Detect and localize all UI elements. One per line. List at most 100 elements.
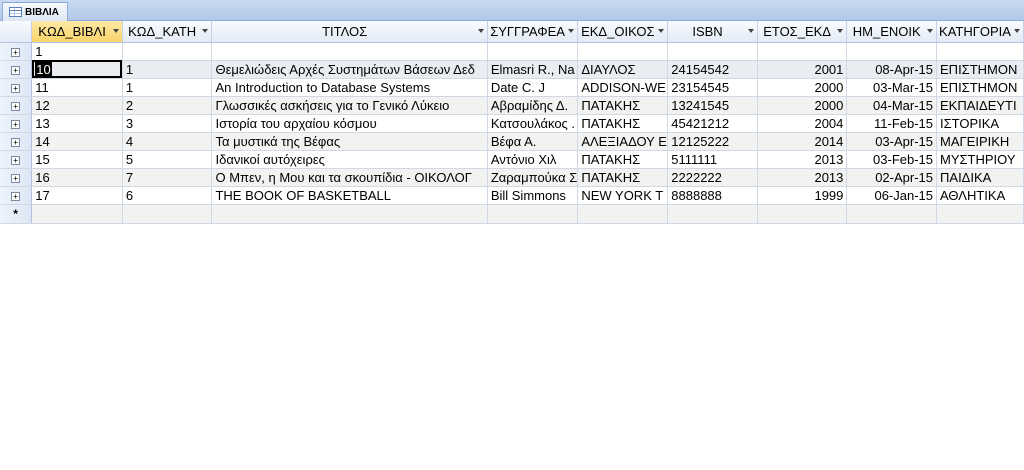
table-row[interactable]: +14 4 Τα μυστικά της Βέφας Βέφα Α. ΑΛΕΞΙΑΔΟΥ… xyxy=(0,132,1024,151)
column-dropdown-icon[interactable] xyxy=(747,29,754,33)
table-cell-cat-id[interactable]: 3 xyxy=(122,114,213,133)
table-cell-category[interactable]: ΑΘΛΗΤΙΚΑ xyxy=(936,186,1024,205)
expand-subdatasheet-icon[interactable]: + xyxy=(11,173,21,183)
column-dropdown-icon[interactable] xyxy=(477,29,484,33)
table-row[interactable]: +13 3 Ιστορία του αρχαίου κόσμου Κατσουλάκο… xyxy=(0,114,1024,133)
table-cell-isbn[interactable]: 2222222 xyxy=(667,168,758,187)
table-cell-date[interactable]: 08-Apr-15 xyxy=(846,60,938,79)
column-dropdown-icon[interactable] xyxy=(112,29,119,33)
table-cell-author[interactable]: Ζαραμπούκα Σ xyxy=(487,168,579,187)
new-record-cell[interactable] xyxy=(936,204,1024,224)
column-header-kod-vivliou[interactable]: ΚΩΔ_ΒΙΒΛΙ xyxy=(31,21,123,43)
column-header-ekd-oikos[interactable]: ΕΚΔ_ΟΙΚΟΣ xyxy=(577,21,669,43)
table-cell-category[interactable]: ΜΥΣΤΗΡΙΟΥ xyxy=(936,150,1024,169)
table-cell-publisher[interactable]: ΠΑΤΑΚΗΣ xyxy=(577,96,669,115)
table-cell-publisher[interactable]: ΔΙΑΥΛΟΣ xyxy=(577,60,669,79)
new-record-cell[interactable] xyxy=(757,204,848,224)
table-cell-author[interactable]: Αντόνιο Χιλ xyxy=(487,150,579,169)
table-cell-author[interactable] xyxy=(487,42,579,61)
table-cell-category[interactable]: ΕΠΙΣΤΗΜΟΝ xyxy=(936,78,1024,97)
record-selector[interactable]: + xyxy=(0,132,33,151)
table-cell-cat-id[interactable] xyxy=(122,42,213,61)
table-cell-date[interactable]: 03-Feb-15 xyxy=(846,150,938,169)
table-row[interactable]: +15 5 Ιδανικοί αυτόχειρες Αντόνιο Χιλ ΠΑΤΑΚΗ… xyxy=(0,150,1024,169)
record-selector[interactable]: + xyxy=(0,78,33,97)
table-cell-year[interactable]: 2000 xyxy=(757,96,848,115)
new-record-cell[interactable] xyxy=(846,204,938,224)
expand-subdatasheet-icon[interactable]: + xyxy=(11,47,21,57)
record-selector[interactable]: + xyxy=(0,42,33,61)
table-cell-author[interactable]: Βέφα Α. xyxy=(487,132,579,151)
table-row[interactable]: +10 1 Θεμελιώδεις Αρχές Συστημάτων Βάσεων … xyxy=(0,60,1024,79)
table-cell-publisher[interactable]: ΠΑΤΑΚΗΣ xyxy=(577,150,669,169)
column-header-etos-ekd[interactable]: ΕΤΟΣ_ΕΚΔ xyxy=(757,21,848,43)
table-cell-id[interactable]: 17 xyxy=(31,186,123,205)
table-cell-isbn[interactable]: 8888888 xyxy=(667,186,758,205)
table-cell-isbn[interactable]: 23154545 xyxy=(667,78,758,97)
new-record-cell[interactable] xyxy=(122,204,213,224)
table-cell-category[interactable]: ΕΠΙΣΤΗΜΟΝ xyxy=(936,60,1024,79)
table-cell-id[interactable]: 11 xyxy=(31,78,123,97)
table-cell-id[interactable]: 16 xyxy=(31,168,123,187)
new-record-cell[interactable] xyxy=(211,204,488,224)
table-cell-year[interactable]: 2013 xyxy=(757,150,848,169)
table-cell-isbn[interactable]: 12125222 xyxy=(667,132,758,151)
table-cell-category[interactable]: ΙΣΤΟΡΙΚΑ xyxy=(936,114,1024,133)
table-cell-date[interactable]: 03-Apr-15 xyxy=(846,132,938,151)
table-cell-publisher[interactable]: ADDISON-WE xyxy=(577,78,669,97)
table-cell-publisher[interactable]: ΠΑΤΑΚΗΣ xyxy=(577,114,669,133)
table-cell-title[interactable]: An Introduction to Database Systems xyxy=(211,78,488,97)
table-cell-cat-id[interactable]: 2 xyxy=(122,96,213,115)
table-cell-title[interactable] xyxy=(211,42,488,61)
table-cell-id[interactable]: 13 xyxy=(31,114,123,133)
select-all-corner[interactable] xyxy=(0,21,33,43)
table-cell-publisher[interactable]: ΑΛΕΞΙΑΔΟΥ Ε xyxy=(577,132,669,151)
table-row[interactable]: +11 1 An Introduction to Database Systems D… xyxy=(0,78,1024,97)
table-cell-author[interactable]: Elmasri R., Na xyxy=(487,60,579,79)
table-cell-isbn[interactable]: 13241545 xyxy=(667,96,758,115)
new-record-cell[interactable] xyxy=(487,204,579,224)
table-cell-year[interactable]: 2013 xyxy=(757,168,848,187)
column-dropdown-icon[interactable] xyxy=(1014,29,1020,33)
table-cell-cat-id[interactable]: 7 xyxy=(122,168,213,187)
table-cell-year[interactable]: 2014 xyxy=(757,132,848,151)
table-cell-title[interactable]: Γλωσσικές ασκήσεις για το Γενικό Λύκειο xyxy=(211,96,488,115)
table-cell-title[interactable]: Ο Μπεν, η Μου και τα σκουπίδια - ΟΙΚΟΛΟΓ xyxy=(211,168,488,187)
table-cell-date[interactable]: 02-Apr-15 xyxy=(846,168,938,187)
record-selector[interactable]: + xyxy=(0,150,33,169)
table-cell-cat-id[interactable]: 4 xyxy=(122,132,213,151)
table-cell-date[interactable]: 11-Feb-15 xyxy=(846,114,938,133)
column-dropdown-icon[interactable] xyxy=(568,29,575,33)
record-selector[interactable]: + xyxy=(0,186,33,205)
table-cell-category[interactable]: ΜΑΓΕΙΡΙΚΗ xyxy=(936,132,1024,151)
column-header-hm-enoik[interactable]: ΗΜ_ΕΝΟΙΚ xyxy=(846,21,938,43)
table-cell-title[interactable]: Τα μυστικά της Βέφας xyxy=(211,132,488,151)
table-cell-year[interactable]: 2000 xyxy=(757,78,848,97)
table-cell-title[interactable]: Ιστορία του αρχαίου κόσμου xyxy=(211,114,488,133)
table-cell-cat-id[interactable]: 1 xyxy=(122,78,213,97)
column-dropdown-icon[interactable] xyxy=(837,29,844,33)
datasheet-grid[interactable]: ΚΩΔ_ΒΙΒΛΙ ΚΩΔ_ΚΑΤΗ ΤΙΤΛΟΣ ΣΥΓΓΡΑΦΕΑ ΕΚΔ_… xyxy=(0,21,1024,470)
table-cell-category[interactable] xyxy=(936,42,1024,61)
table-cell-publisher[interactable] xyxy=(577,42,669,61)
record-selector[interactable]: + xyxy=(0,96,33,115)
table-cell-year[interactable] xyxy=(757,42,848,61)
expand-subdatasheet-icon[interactable]: + xyxy=(11,65,21,75)
table-cell-year[interactable]: 2004 xyxy=(757,114,848,133)
table-cell-category[interactable]: ΕΚΠΑΙΔΕΥΤΙ xyxy=(936,96,1024,115)
column-header-kathgoria[interactable]: ΚΑΤΗΓΟΡΙΑ xyxy=(936,21,1024,43)
expand-subdatasheet-icon[interactable]: + xyxy=(11,83,21,93)
table-cell-isbn[interactable]: 5111111 xyxy=(667,150,758,169)
table-cell-id[interactable]: 1 xyxy=(31,42,123,61)
table-cell-publisher[interactable]: ΠΑΤΑΚΗΣ xyxy=(577,168,669,187)
expand-subdatasheet-icon[interactable]: + xyxy=(11,155,21,165)
expand-subdatasheet-icon[interactable]: + xyxy=(11,119,21,129)
record-selector[interactable]: + xyxy=(0,168,33,187)
column-dropdown-icon[interactable] xyxy=(927,29,934,33)
column-dropdown-icon[interactable] xyxy=(202,29,209,33)
new-record-cell[interactable] xyxy=(577,204,669,224)
table-cell-isbn[interactable]: 45421212 xyxy=(667,114,758,133)
column-header-isbn[interactable]: ISBN xyxy=(667,21,758,43)
table-cell-cat-id[interactable]: 6 xyxy=(122,186,213,205)
record-selector[interactable]: + xyxy=(0,60,33,79)
